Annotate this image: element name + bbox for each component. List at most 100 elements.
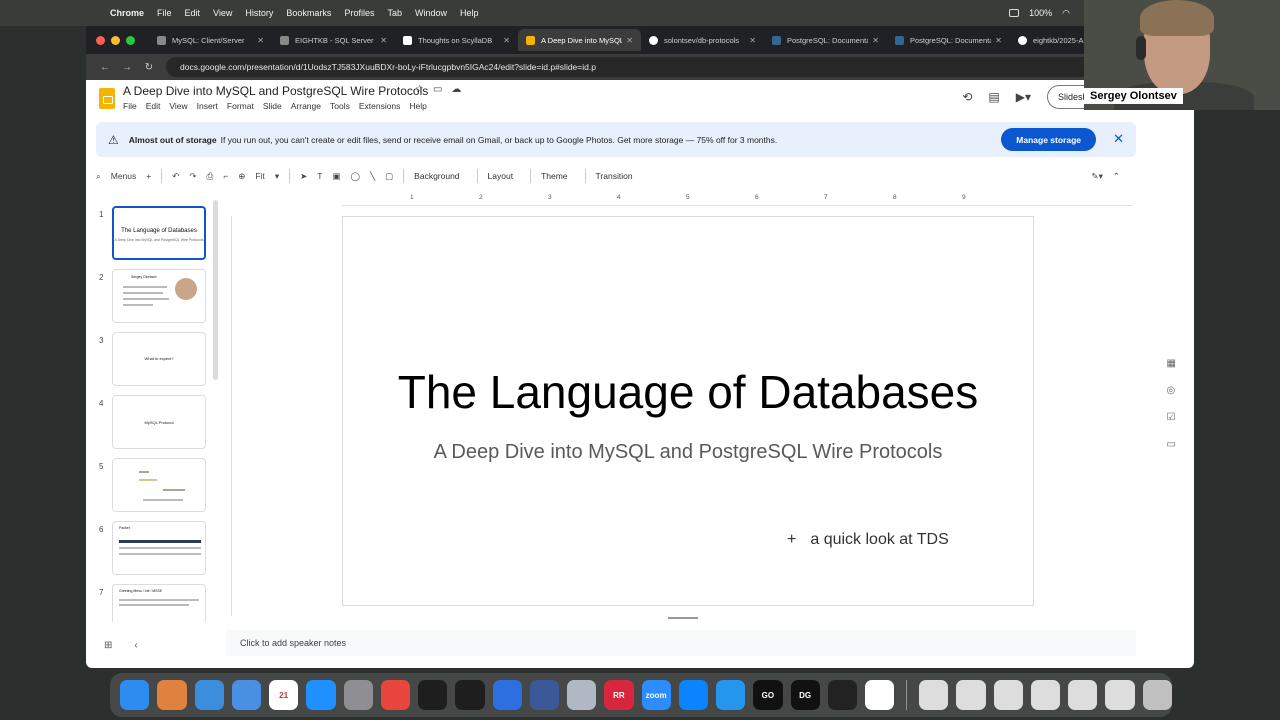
thumbnail-row[interactable]: 3 What to expect? bbox=[86, 332, 222, 388]
tab-eightkb[interactable]: EIGHTKB - SQL Server ✕ bbox=[272, 29, 395, 51]
search-icon[interactable]: ⌕ bbox=[96, 171, 101, 182]
text-box-icon[interactable]: T bbox=[317, 171, 322, 181]
tab-scylladb[interactable]: Thoughts on ScyllaDB ✕ bbox=[395, 29, 518, 51]
select-cursor-icon[interactable]: ➤ bbox=[300, 171, 307, 182]
collapse-filmstrip-icon[interactable]: ‹ bbox=[134, 640, 137, 651]
theme-button[interactable]: Theme bbox=[541, 171, 567, 181]
wifi-icon[interactable]: ◠ bbox=[1062, 8, 1070, 19]
docs-menu-edit[interactable]: Edit bbox=[146, 101, 161, 111]
tab-mysql[interactable]: MySQL: Client/Server ✕ bbox=[149, 29, 272, 51]
slide-thumbnail[interactable]: What to expect? bbox=[112, 332, 206, 386]
ssh-icon[interactable] bbox=[529, 680, 559, 710]
new-slide-icon[interactable]: + bbox=[146, 171, 151, 181]
doc3-icon[interactable] bbox=[993, 680, 1023, 710]
notes-resize-handle[interactable] bbox=[668, 617, 698, 619]
app-store-icon[interactable] bbox=[306, 680, 336, 710]
zoom-window-button[interactable] bbox=[126, 35, 135, 45]
image-icon[interactable]: ▣ bbox=[332, 171, 340, 182]
slide-thumbnail[interactable]: The Language of Databases A Deep Dive in… bbox=[112, 206, 206, 260]
rider-icon[interactable]: RR bbox=[604, 680, 634, 710]
pen-tool-icon[interactable]: ✎▾ bbox=[1091, 171, 1102, 182]
speaker-notes[interactable]: Click to add speaker notes bbox=[226, 630, 1136, 656]
datagrip-icon[interactable]: DG bbox=[790, 680, 820, 710]
close-tab-icon[interactable]: ✕ bbox=[749, 36, 756, 45]
doc1-icon[interactable] bbox=[919, 680, 949, 710]
collapse-toolbar-icon[interactable]: ⌃ bbox=[1113, 171, 1120, 182]
menu-window[interactable]: Window bbox=[415, 8, 447, 18]
menu-edit[interactable]: Edit bbox=[185, 8, 201, 18]
history-icon[interactable]: ⟲ bbox=[962, 90, 972, 104]
docs-menu-extensions[interactable]: Extensions bbox=[359, 101, 401, 111]
doc2-icon[interactable] bbox=[956, 680, 986, 710]
comment-add-icon[interactable]: ▢ bbox=[385, 171, 393, 182]
docs-menu-file[interactable]: File bbox=[123, 101, 137, 111]
line-icon[interactable]: ╲ bbox=[370, 171, 375, 182]
editor-icon[interactable] bbox=[827, 680, 857, 710]
docs-menu-insert[interactable]: Insert bbox=[197, 101, 218, 111]
close-tab-icon[interactable]: ✕ bbox=[626, 36, 633, 45]
menu-tab[interactable]: Tab bbox=[387, 8, 402, 18]
grid-view-icon[interactable]: ⊞ bbox=[104, 640, 112, 651]
redo-icon[interactable]: ↷ bbox=[189, 171, 196, 182]
close-tab-icon[interactable]: ✕ bbox=[995, 36, 1002, 45]
calendar-icon[interactable]: ▦ bbox=[1167, 358, 1176, 369]
close-tab-icon[interactable]: ✕ bbox=[380, 36, 387, 45]
mail-icon[interactable] bbox=[231, 680, 261, 710]
launchpad-icon[interactable] bbox=[157, 680, 187, 710]
slide-title[interactable]: The Language of Databases bbox=[343, 365, 1033, 419]
close-window-button[interactable] bbox=[96, 35, 105, 45]
doc4-icon[interactable] bbox=[1030, 680, 1061, 710]
menu-profiles[interactable]: Profiles bbox=[344, 8, 374, 18]
forward-icon[interactable]: → bbox=[116, 62, 138, 73]
filmstrip-scrollbar[interactable] bbox=[213, 200, 218, 380]
slack-icon[interactable] bbox=[865, 680, 895, 710]
slide-thumbnail[interactable]: Packet bbox=[112, 521, 206, 575]
document-title[interactable]: A Deep Dive into MySQL and PostgreSQL Wi… bbox=[123, 84, 428, 98]
menu-app[interactable]: Chrome bbox=[110, 8, 144, 18]
minimize-window-button[interactable] bbox=[111, 35, 120, 45]
background-button[interactable]: Background bbox=[414, 171, 459, 181]
docs-menu-arrange[interactable]: Arrange bbox=[291, 101, 321, 111]
vpn-icon[interactable] bbox=[492, 680, 522, 710]
thumbnail-row[interactable]: 4 MySQL Protocol bbox=[86, 395, 222, 451]
url-input[interactable]: docs.google.com/presentation/d/1UodszTJ5… bbox=[166, 57, 1100, 77]
sql-icon[interactable] bbox=[678, 680, 708, 710]
star-icon[interactable]: ☆ bbox=[415, 84, 424, 95]
slide-thumbnail[interactable]: Sergey Olontsev bbox=[112, 269, 206, 323]
slide-thumbnail[interactable]: Greeting Mess / Init / MSSE bbox=[112, 584, 206, 622]
close-tab-icon[interactable]: ✕ bbox=[257, 36, 264, 45]
close-tab-icon[interactable]: ✕ bbox=[872, 36, 879, 45]
slide-note[interactable]: + a quick look at TDS bbox=[787, 531, 949, 549]
tab-slides[interactable]: A Deep Dive into MySQL ✕ bbox=[518, 29, 641, 51]
goland-icon[interactable]: GO bbox=[753, 680, 783, 710]
close-icon[interactable]: ✕ bbox=[1113, 131, 1124, 147]
menu-bookmarks[interactable]: Bookmarks bbox=[286, 8, 331, 18]
slide-subtitle[interactable]: A Deep Dive into MySQL and PostgreSQL Wi… bbox=[343, 441, 1033, 464]
transition-button[interactable]: Transition bbox=[596, 171, 633, 181]
back-icon[interactable]: ← bbox=[94, 62, 116, 73]
display-icon[interactable] bbox=[1009, 9, 1020, 17]
doc5-icon[interactable] bbox=[1068, 680, 1098, 710]
docs-menu-view[interactable]: View bbox=[169, 101, 187, 111]
folder-icon[interactable]: ▭ bbox=[1167, 439, 1176, 450]
docs-menu-tools[interactable]: Tools bbox=[330, 101, 350, 111]
settings-icon[interactable] bbox=[343, 680, 373, 710]
menu-view[interactable]: View bbox=[213, 8, 232, 18]
tasks-icon[interactable]: ☑ bbox=[1167, 412, 1176, 423]
search-menus[interactable]: Menus bbox=[111, 171, 137, 181]
safari-icon[interactable] bbox=[194, 680, 224, 710]
calendar-icon[interactable]: 21 bbox=[269, 680, 299, 710]
doc6-icon[interactable] bbox=[1105, 680, 1135, 710]
thumbnail-row[interactable]: 6 Packet bbox=[86, 521, 222, 577]
docs-menu-help[interactable]: Help bbox=[409, 101, 426, 111]
docker-icon[interactable] bbox=[716, 680, 746, 710]
keep-icon[interactable]: ◎ bbox=[1167, 385, 1176, 396]
tab-github[interactable]: solontsev/db-protocols ✕ bbox=[641, 29, 764, 51]
slide-thumbnail[interactable] bbox=[112, 458, 206, 512]
cloud-status-icon[interactable]: ☁ bbox=[451, 84, 461, 95]
layout-button[interactable]: Layout bbox=[488, 171, 514, 181]
move-folder-icon[interactable]: ▭ bbox=[433, 84, 442, 95]
preview-icon[interactable] bbox=[567, 680, 597, 710]
reload-icon[interactable]: ↻ bbox=[138, 62, 160, 73]
chrome-icon[interactable] bbox=[380, 680, 410, 710]
